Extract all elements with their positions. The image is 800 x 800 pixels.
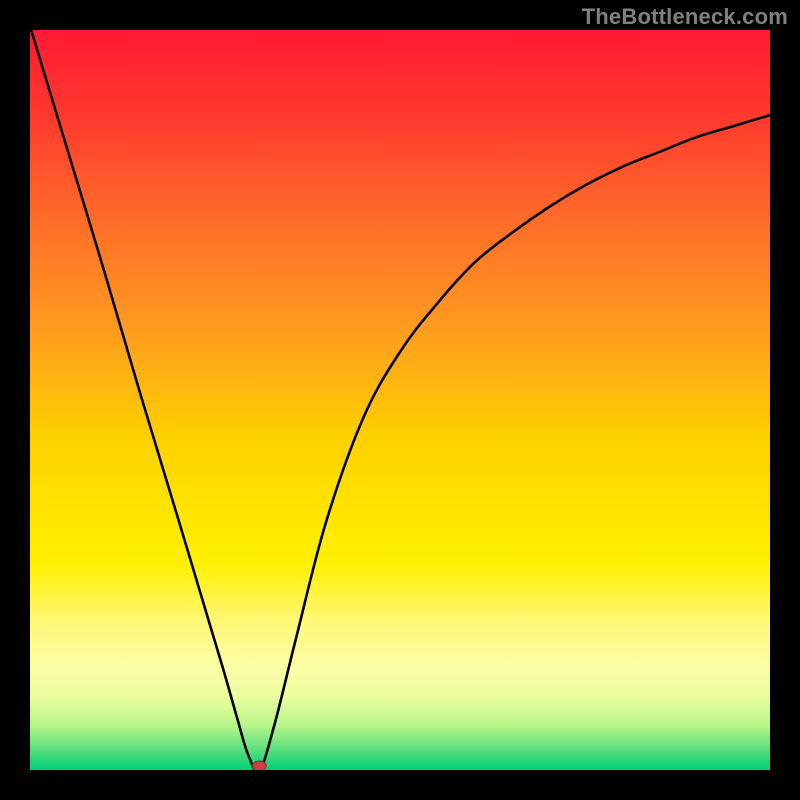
chart-stage: TheBottleneck.com xyxy=(0,0,800,800)
bottleneck-curve xyxy=(30,30,770,770)
curve-layer xyxy=(30,30,770,770)
plot-area xyxy=(30,30,770,770)
watermark-label: TheBottleneck.com xyxy=(582,4,788,30)
vertex-marker xyxy=(252,761,266,770)
